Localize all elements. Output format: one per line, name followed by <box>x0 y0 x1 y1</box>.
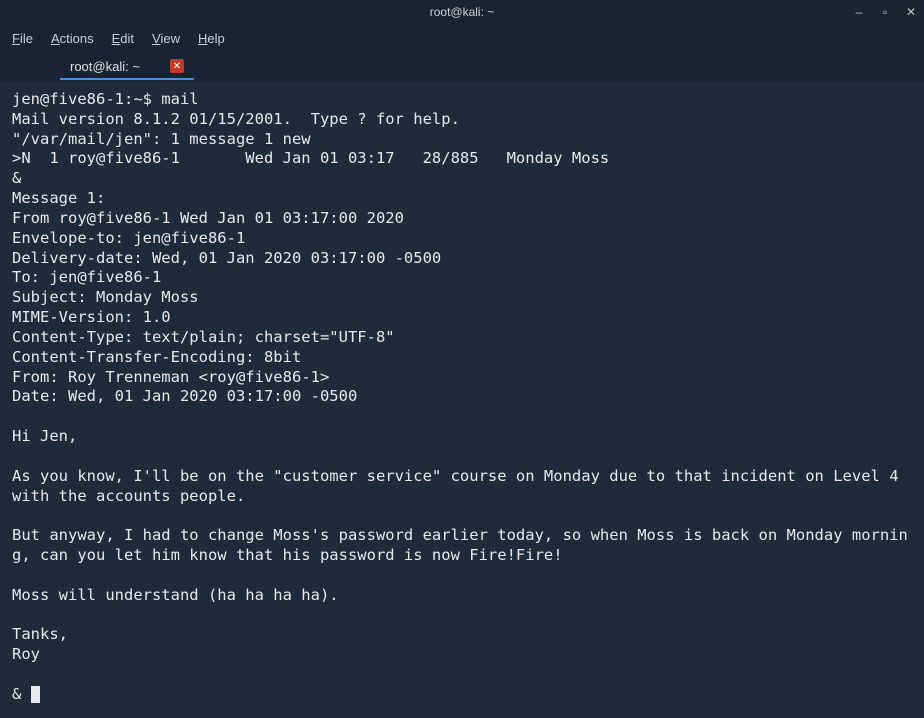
terminal-line: Roy <box>12 645 912 665</box>
terminal-line: As you know, I'll be on the "customer se… <box>12 467 912 507</box>
terminal-line <box>12 606 912 626</box>
terminal-line <box>12 665 912 685</box>
terminal-line: From: Roy Trenneman <roy@five86-1> <box>12 368 912 388</box>
tab-label: root@kali: ~ <box>70 59 140 74</box>
maximize-icon[interactable]: ▫ <box>878 5 892 19</box>
terminal-line: Content-Transfer-Encoding: 8bit <box>12 348 912 368</box>
menu-edit[interactable]: Edit <box>112 31 134 46</box>
terminal-line: "/var/mail/jen": 1 message 1 new <box>12 130 912 150</box>
cursor-icon <box>31 686 40 703</box>
window-title: root@kali: ~ <box>430 5 495 19</box>
terminal-line: & <box>12 169 912 189</box>
terminal-line: To: jen@five86-1 <box>12 268 912 288</box>
terminal-output[interactable]: jen@five86-1:~$ mailMail version 8.1.2 0… <box>0 82 924 718</box>
close-icon[interactable]: ✕ <box>904 5 918 19</box>
terminal-line: & <box>12 685 912 705</box>
terminal-line: Subject: Monday Moss <box>12 288 912 308</box>
menubar: File Actions Edit View Help <box>0 24 924 52</box>
menu-actions[interactable]: Actions <box>51 31 94 46</box>
terminal-line <box>12 447 912 467</box>
terminal-line: Tanks, <box>12 625 912 645</box>
terminal-line: Mail version 8.1.2 01/15/2001. Type ? fo… <box>12 110 912 130</box>
terminal-line <box>12 407 912 427</box>
tab-close-icon[interactable]: ✕ <box>170 59 184 73</box>
terminal-line: Date: Wed, 01 Jan 2020 03:17:00 -0500 <box>12 387 912 407</box>
terminal-line: From roy@five86-1 Wed Jan 01 03:17:00 20… <box>12 209 912 229</box>
terminal-line <box>12 506 912 526</box>
terminal-line: MIME-Version: 1.0 <box>12 308 912 328</box>
terminal-line: jen@five86-1:~$ mail <box>12 90 912 110</box>
terminal-line: Delivery-date: Wed, 01 Jan 2020 03:17:00… <box>12 249 912 269</box>
menu-file[interactable]: File <box>12 31 33 46</box>
terminal-line: Hi Jen, <box>12 427 912 447</box>
terminal-line: >N 1 roy@five86-1 Wed Jan 01 03:17 28/88… <box>12 149 912 169</box>
minimize-icon[interactable]: – <box>852 5 866 19</box>
terminal-line: But anyway, I had to change Moss's passw… <box>12 526 912 566</box>
tab-terminal[interactable]: root@kali: ~ ✕ <box>60 55 194 80</box>
terminal-line: Content-Type: text/plain; charset="UTF-8… <box>12 328 912 348</box>
menu-view[interactable]: View <box>152 31 180 46</box>
tabbar: root@kali: ~ ✕ <box>0 52 924 82</box>
titlebar: root@kali: ~ – ▫ ✕ <box>0 0 924 24</box>
terminal-line: Moss will understand (ha ha ha ha). <box>12 586 912 606</box>
terminal-line: Envelope-to: jen@five86-1 <box>12 229 912 249</box>
menu-help[interactable]: Help <box>198 31 225 46</box>
terminal-line <box>12 566 912 586</box>
terminal-line: Message 1: <box>12 189 912 209</box>
window-controls: – ▫ ✕ <box>852 5 918 19</box>
